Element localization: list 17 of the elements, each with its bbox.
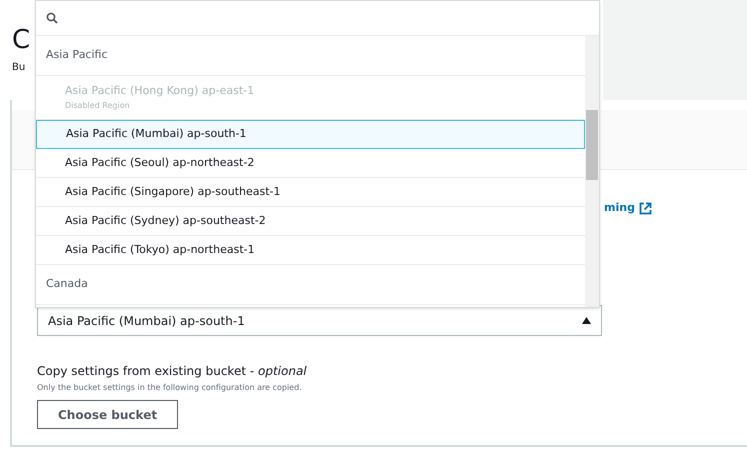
page-title: C: [12, 24, 30, 56]
group-header: Asia Pacific: [36, 36, 585, 76]
region-option[interactable]: Asia Pacific (Sydney) ap-southeast-2: [36, 207, 585, 236]
choose-bucket-button[interactable]: Choose bucket: [37, 400, 178, 429]
external-link[interactable]: ming: [604, 200, 652, 217]
group-header: Canada: [36, 265, 585, 305]
search-icon: [46, 12, 58, 24]
region-option[interactable]: Asia Pacific (Singapore) ap-southeast-1: [36, 178, 585, 207]
caret-icon: [582, 317, 591, 324]
external-link-icon: [638, 202, 652, 215]
scrollbar[interactable]: [585, 36, 599, 307]
copy-settings-label: Copy settings from existing bucket - optional: [37, 363, 307, 380]
region-option[interactable]: Asia Pacific (Tokyo) ap-northeast-1: [36, 236, 585, 265]
copy-settings-hint: Only the bucket settings in the following configuration are copied.: [37, 382, 302, 394]
region-option[interactable]: Asia Pacific (Mumbai) ap-south-1: [36, 120, 585, 149]
page-subtitle: Bu: [12, 61, 26, 75]
region-option[interactable]: Asia Pacific (Seoul) ap-northeast-2: [36, 149, 585, 178]
